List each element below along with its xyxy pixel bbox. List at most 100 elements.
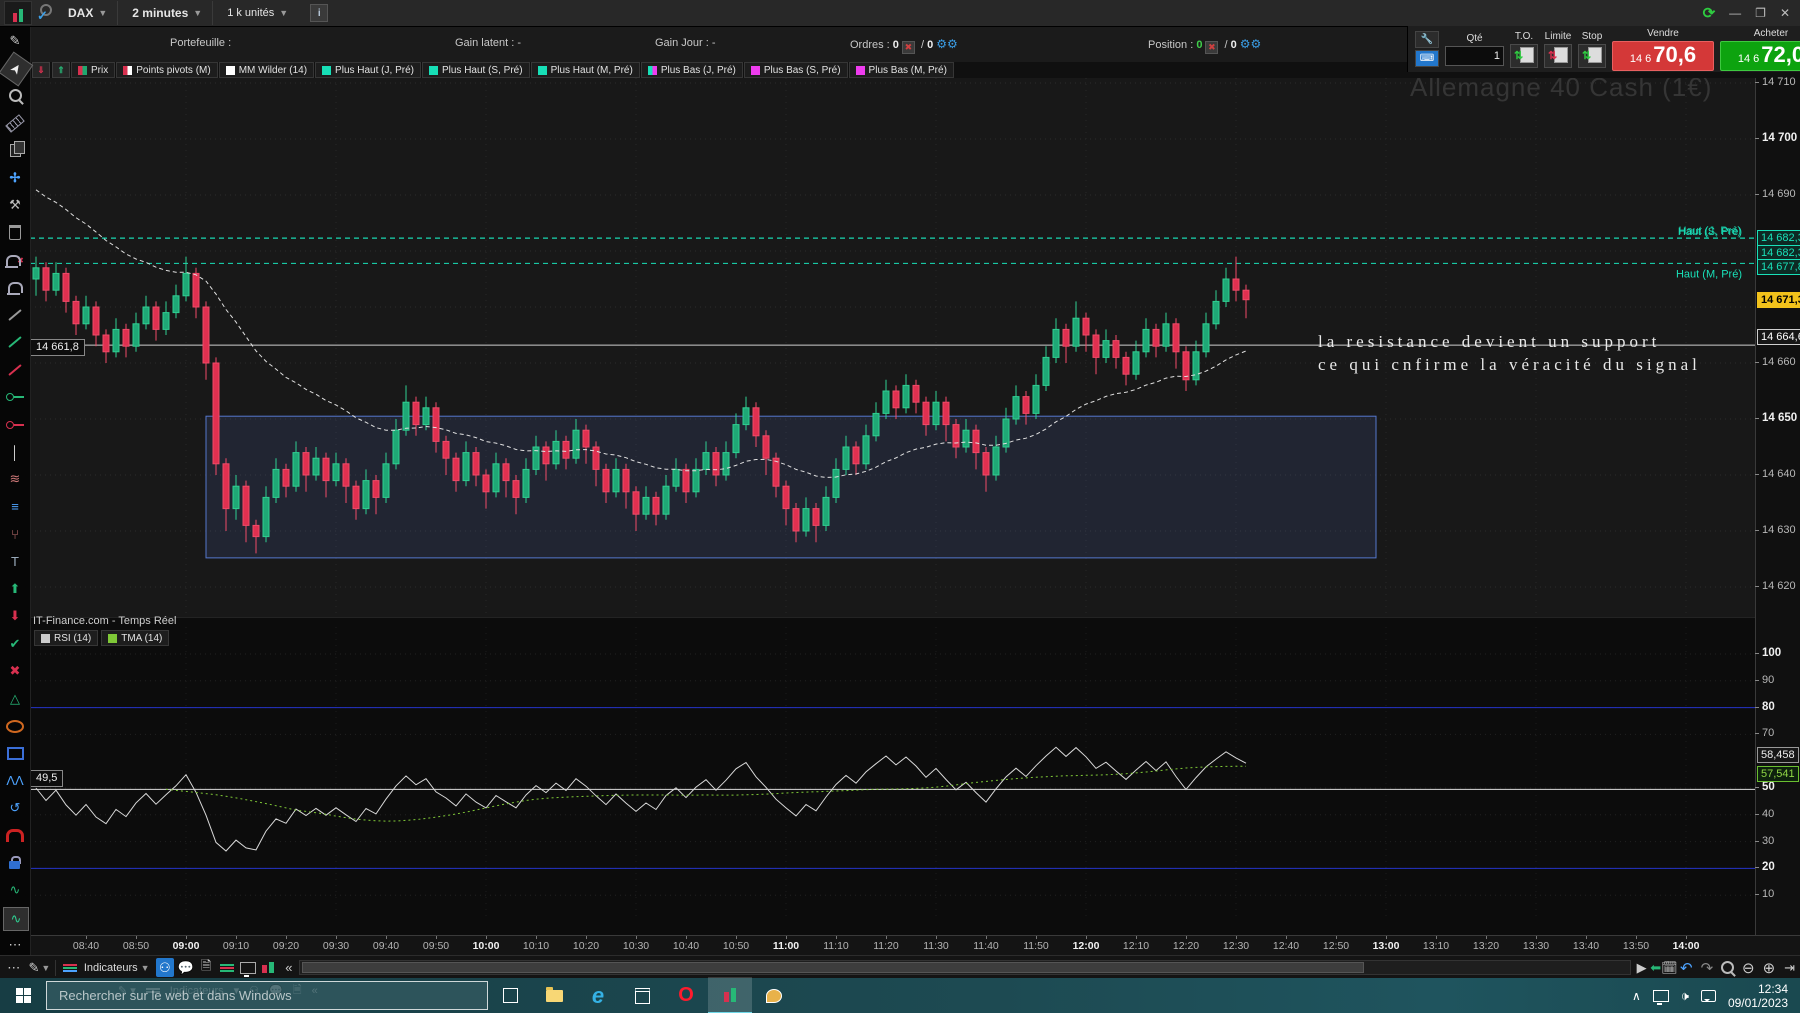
time-scrollbar[interactable] bbox=[299, 960, 1631, 975]
time-axis[interactable]: 08:4008:5009:0009:1009:2009:3009:4009:50… bbox=[30, 935, 1800, 956]
screens-icon[interactable] bbox=[238, 958, 257, 977]
pencil-tool-icon[interactable]: ✎ bbox=[3, 30, 27, 52]
mini-chart-tool-icon[interactable]: ∿ bbox=[3, 879, 27, 901]
indicateurs-button[interactable]: Indicateurs bbox=[84, 962, 138, 974]
taskbar-trading-app-icon[interactable] bbox=[708, 977, 752, 1013]
volume-icon[interactable]: 🕩 bbox=[1681, 988, 1689, 1004]
legend-item[interactable]: Plus Haut (J, Pré) bbox=[315, 62, 421, 78]
chat-icon[interactable]: 💬 bbox=[176, 958, 195, 977]
taskbar-store-icon[interactable] bbox=[620, 978, 664, 1013]
share-icon[interactable]: ⚇ bbox=[156, 958, 175, 977]
legend-item[interactable]: Plus Bas (J, Pré) bbox=[641, 62, 743, 78]
units-dropdown[interactable]: 1 k unités▼ bbox=[217, 1, 298, 25]
zoom-out-icon[interactable]: ⊖ bbox=[1739, 958, 1758, 977]
hline-red-tool-icon[interactable] bbox=[3, 414, 27, 436]
export-up-icon[interactable]: ⇑ bbox=[52, 62, 70, 78]
red-line-tool-icon[interactable] bbox=[3, 359, 27, 381]
copy-tool-icon[interactable] bbox=[3, 140, 27, 162]
rectangle-tool-icon[interactable] bbox=[3, 742, 27, 764]
trade-settings-icon[interactable]: 🔧 bbox=[1415, 31, 1439, 48]
bar-width-icon[interactable]: ⇥ bbox=[1780, 958, 1799, 977]
tray-chevron-icon[interactable]: ∧ bbox=[1632, 989, 1641, 1003]
alarm-tool-icon[interactable] bbox=[3, 277, 27, 299]
legend-item[interactable]: Plus Bas (S, Pré) bbox=[744, 62, 848, 78]
orders-settings-icon[interactable]: ⚙⚙ bbox=[936, 37, 958, 51]
legend-item[interactable]: Prix bbox=[71, 62, 115, 78]
rsi-hline-left-value-label[interactable]: 49,5 bbox=[30, 770, 63, 787]
cross-tool-icon[interactable]: ✖ bbox=[3, 660, 27, 682]
move-tool-icon[interactable]: ✢ bbox=[3, 167, 27, 189]
lock-tool-icon[interactable] bbox=[3, 852, 27, 874]
magnifier-tool-icon[interactable] bbox=[3, 85, 27, 107]
minimize-button[interactable]: — bbox=[1729, 6, 1741, 20]
zigzag-select-tool-icon[interactable]: ∿ bbox=[3, 907, 29, 931]
alarm-off-tool-icon[interactable]: ✖ bbox=[3, 249, 27, 271]
instrument-dropdown[interactable]: DAX▼ bbox=[58, 1, 118, 25]
rsi-axis[interactable]: 100908070504030201058,45857,541 bbox=[1755, 617, 1800, 935]
legend-item[interactable]: MM Wilder (14) bbox=[219, 62, 314, 78]
restore-button[interactable]: ❐ bbox=[1755, 6, 1766, 20]
channel-tool-icon[interactable]: ≋ bbox=[3, 468, 27, 490]
undo-icon[interactable]: ↶ bbox=[1677, 958, 1696, 977]
legend-item[interactable]: Points pivots (M) bbox=[116, 62, 217, 78]
calendar-icon[interactable]: ⬅🗓 bbox=[1653, 958, 1675, 977]
legend-item[interactable]: Plus Bas (M, Pré) bbox=[849, 62, 954, 78]
tma-legend-item[interactable]: TMA (14) bbox=[101, 630, 169, 646]
notifications-icon[interactable] bbox=[1701, 990, 1716, 1002]
stop-order-button[interactable]: ⇅ bbox=[1578, 44, 1606, 68]
buy-sell-marks-icon[interactable] bbox=[259, 958, 278, 977]
taskbar-file-explorer-icon[interactable] bbox=[532, 978, 576, 1013]
info-button[interactable]: i bbox=[310, 4, 328, 22]
confirm-check-icon[interactable]: ✓ bbox=[36, 4, 54, 22]
rsi-chart[interactable] bbox=[30, 617, 1755, 935]
magnet-tool-icon[interactable] bbox=[3, 825, 27, 847]
zoom-in-icon[interactable]: ⊕ bbox=[1760, 958, 1779, 977]
start-button[interactable] bbox=[0, 978, 46, 1013]
timeframe-dropdown[interactable]: 2 minutes▼ bbox=[122, 1, 213, 25]
hline-left-value-label[interactable]: 14 661,8 bbox=[30, 339, 85, 356]
green-line-tool-icon[interactable] bbox=[3, 331, 27, 353]
time-scrollbar-thumb[interactable] bbox=[302, 962, 1364, 973]
export-down-icon[interactable]: ⇓ bbox=[32, 62, 50, 78]
network-icon[interactable] bbox=[1653, 990, 1669, 1002]
arrow-down-tool-icon[interactable]: ⬇ bbox=[3, 605, 27, 627]
text-tool-icon[interactable]: T bbox=[3, 551, 27, 573]
gray-line-tool-icon[interactable] bbox=[3, 304, 27, 326]
qty-input[interactable] bbox=[1445, 46, 1504, 66]
pitchfork-tool-icon[interactable]: ⑂ bbox=[3, 523, 27, 545]
to-order-button[interactable]: ⇅ bbox=[1510, 44, 1538, 68]
more-tools-icon[interactable]: ⋯ bbox=[3, 934, 27, 956]
limit-order-button[interactable]: ⇅ bbox=[1544, 44, 1572, 68]
taskbar-clock[interactable]: 12:34 09/01/2023 bbox=[1728, 982, 1788, 1010]
arrow-up-tool-icon[interactable]: ⬆ bbox=[3, 578, 27, 600]
rsi-legend-item[interactable]: RSI (14) bbox=[34, 630, 98, 646]
legend-item[interactable]: Plus Haut (S, Pré) bbox=[422, 62, 530, 78]
fibonacci-tool-icon[interactable]: ≡ bbox=[3, 496, 27, 518]
keyboard-icon[interactable]: ⌨ bbox=[1415, 50, 1439, 67]
ruler-tool-icon[interactable] bbox=[3, 112, 27, 134]
cancel-orders-icon[interactable]: ✖ bbox=[902, 41, 915, 54]
triangle-tool-icon[interactable]: △ bbox=[3, 688, 27, 710]
check-tool-icon[interactable]: ✔ bbox=[3, 633, 27, 655]
cursor-tool-icon[interactable]: ➤ bbox=[0, 52, 33, 87]
taskbar-edge-icon[interactable]: e bbox=[576, 978, 620, 1013]
indicators-chart-icon[interactable] bbox=[61, 958, 80, 977]
hline-green-tool-icon[interactable] bbox=[3, 386, 27, 408]
orders-list-icon[interactable] bbox=[218, 958, 237, 977]
buy-button[interactable]: 14 672,0 bbox=[1720, 41, 1800, 71]
redo-icon[interactable]: ↷ bbox=[1698, 958, 1717, 977]
settings-tool-icon[interactable]: ⚒ bbox=[3, 194, 27, 216]
taskbar-paint-icon[interactable] bbox=[752, 978, 796, 1013]
taskbar-task-view-icon[interactable] bbox=[488, 978, 532, 1013]
scroll-right-icon[interactable]: ▶ bbox=[1632, 958, 1651, 977]
zoom-fit-icon[interactable] bbox=[1718, 958, 1737, 977]
close-position-icon[interactable]: ✖ bbox=[1205, 41, 1218, 54]
trash-tool-icon[interactable] bbox=[3, 222, 27, 244]
close-button[interactable]: ✕ bbox=[1780, 6, 1790, 20]
sync-icon[interactable]: ⟳ bbox=[1703, 4, 1716, 22]
zigzag-tool-icon[interactable]: ΛΛ bbox=[3, 770, 27, 792]
taskbar-opera-icon[interactable]: O bbox=[664, 978, 708, 1013]
legend-item[interactable]: Plus Haut (M, Pré) bbox=[531, 62, 640, 78]
position-settings-icon[interactable]: ⚙⚙ bbox=[1240, 37, 1262, 51]
taskbar-search-input[interactable]: Rechercher sur le web et dans Windows bbox=[46, 981, 488, 1010]
